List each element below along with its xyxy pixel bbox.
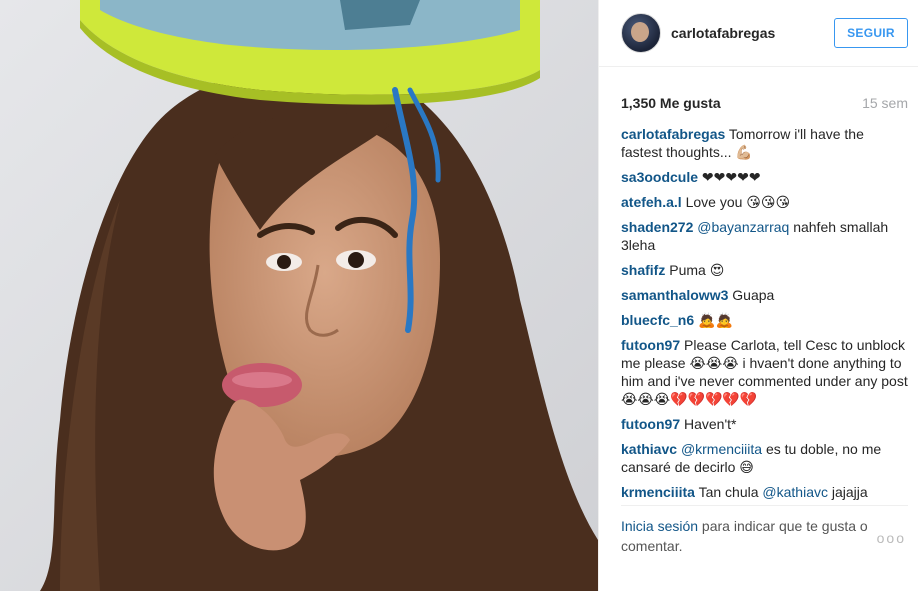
list-item: shaden272 @bayanzarraq nahfeh smallah 3l…	[621, 218, 908, 254]
login-prompt: Inicia sesión para indicar que te gusta …	[599, 506, 918, 556]
comment-username[interactable]: krmenciiita	[621, 484, 695, 500]
comment-username[interactable]: bluecfc_n6	[621, 312, 694, 328]
profile-avatar[interactable]	[621, 13, 661, 53]
comment-username[interactable]: shafifz	[621, 262, 665, 278]
list-item: futoon97 Please Carlota, tell Cesc to un…	[621, 336, 908, 408]
comment-mention[interactable]: @bayanzarraq	[697, 219, 789, 235]
comment-text: ❤❤❤❤❤	[698, 169, 761, 185]
comment-text: Love you 😘😘😘	[681, 194, 791, 210]
selfie-image	[0, 0, 598, 591]
comment-text: Haven't*	[680, 416, 737, 432]
comment-username[interactable]: shaden272	[621, 219, 693, 235]
comment-text: 🙇🙇	[694, 312, 733, 328]
comment-username[interactable]: kathiavc	[621, 441, 677, 457]
post-photo[interactable]	[0, 0, 598, 591]
comment-mention[interactable]: @kathiavc	[762, 484, 828, 500]
comment-username[interactable]: futoon97	[621, 337, 680, 353]
list-item: sa3oodcule ❤❤❤❤❤	[621, 168, 908, 186]
comment-text: jajajja	[827, 484, 868, 500]
list-item: carlotafabregas Tomorrow i'll have the f…	[621, 125, 908, 161]
instagram-post: carlotafabregas SEGUIR 1,350 Me gusta 15…	[0, 0, 918, 591]
comment-text: Puma 😍	[665, 262, 725, 278]
list-item: shafifz Puma 😍	[621, 261, 908, 279]
list-item: krmenciiita Tan chula @kathiavc jajajja	[621, 483, 908, 501]
list-item: kathiavc @krmenciiita es tu doble, no me…	[621, 440, 908, 476]
comment-username[interactable]: sa3oodcule	[621, 169, 698, 185]
comment-mention[interactable]: @krmenciiita	[681, 441, 762, 457]
list-item: futoon97 Haven't*	[621, 415, 908, 433]
comment-username[interactable]: futoon97	[621, 416, 680, 432]
list-item: samanthaloww3 Guapa	[621, 286, 908, 304]
follow-button[interactable]: SEGUIR	[834, 18, 908, 48]
likes-count[interactable]: 1,350 Me gusta	[621, 95, 721, 111]
comments-list[interactable]: carlotafabregas Tomorrow i'll have the f…	[621, 125, 908, 506]
post-author-username[interactable]: carlotafabregas	[671, 25, 834, 41]
comment-username[interactable]: samanthaloww3	[621, 287, 728, 303]
more-options-icon[interactable]: ooo	[877, 528, 906, 548]
post-timestamp[interactable]: 15 sem	[862, 95, 908, 111]
comment-username[interactable]: atefeh.a.l	[621, 194, 682, 210]
list-item: bluecfc_n6 🙇🙇	[621, 311, 908, 329]
post-stats: 1,350 Me gusta 15 sem	[599, 95, 918, 111]
post-sidebar: carlotafabregas SEGUIR 1,350 Me gusta 15…	[598, 0, 918, 591]
login-link[interactable]: Inicia sesión	[621, 518, 698, 534]
post-header: carlotafabregas SEGUIR	[599, 0, 918, 67]
comment-text: Tan chula	[694, 484, 763, 500]
list-item: atefeh.a.l Love you 😘😘😘	[621, 193, 908, 211]
comment-username[interactable]: carlotafabregas	[621, 126, 725, 142]
comment-text: Guapa	[728, 287, 775, 303]
